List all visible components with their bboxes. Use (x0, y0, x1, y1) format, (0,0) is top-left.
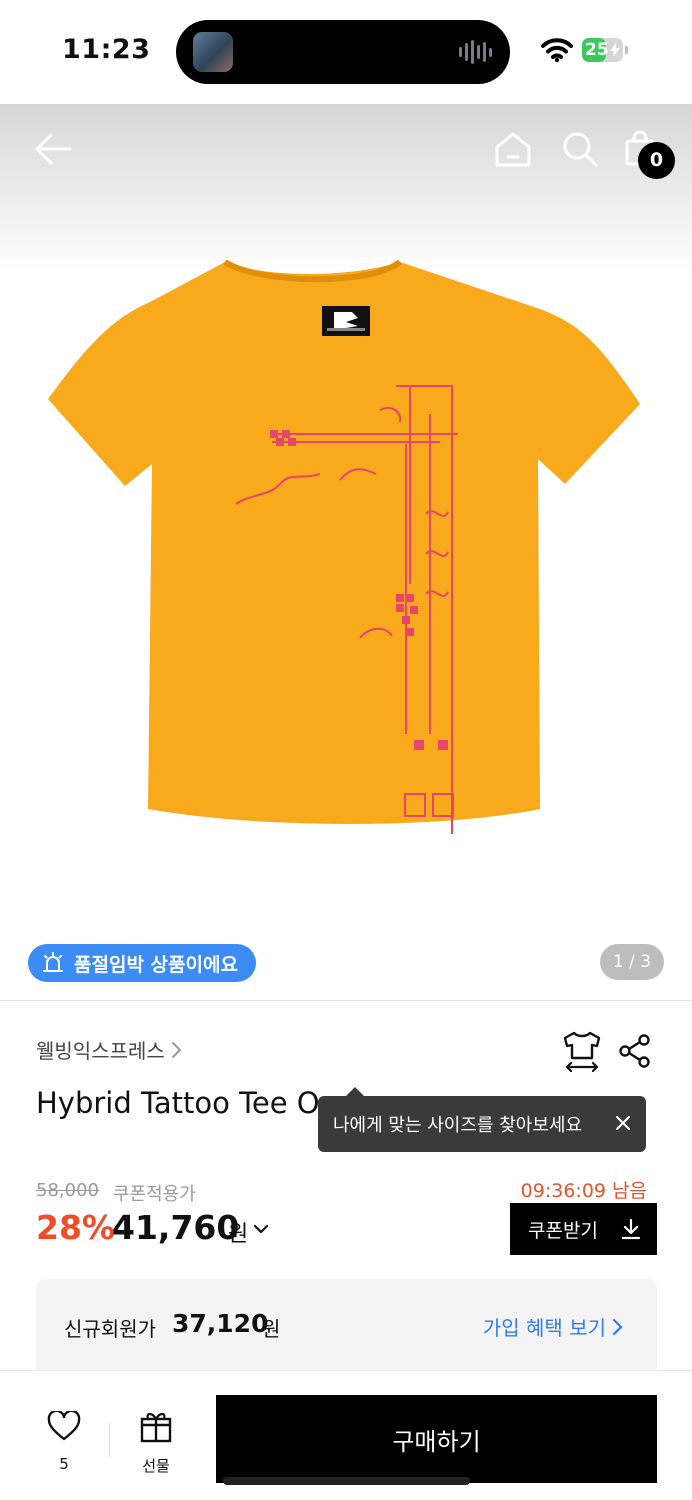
search-icon[interactable] (561, 130, 599, 168)
new-member-price-box: 신규회원가 37,120 원 가입 혜택 보기 (36, 1279, 657, 1379)
sale-price: 41,760 (112, 1208, 240, 1247)
new-member-currency: 원 (262, 1317, 281, 1341)
bar-divider (109, 1423, 110, 1457)
signup-benefit-link[interactable]: 가입 혜택 보기 (483, 1312, 623, 1341)
product-gallery[interactable]: 0 품절임박 상품이에요 1 / 3 (0, 104, 692, 1000)
size-guide-icon[interactable] (562, 1030, 602, 1072)
new-member-label: 신규회원가 (64, 1317, 156, 1341)
chevron-down-icon[interactable] (252, 1220, 270, 1238)
home-icon[interactable] (494, 130, 532, 168)
back-arrow-icon[interactable] (34, 132, 72, 166)
size-tooltip-text: 나에게 맞는 사이즈를 찾아보세요 (333, 1115, 583, 1136)
size-tooltip[interactable]: 나에게 맞는 사이즈를 찾아보세요 (318, 1087, 646, 1152)
close-icon[interactable] (614, 1114, 632, 1132)
battery-level: 25 (585, 40, 609, 60)
download-icon (621, 1218, 641, 1240)
chevron-right-icon (171, 1041, 182, 1058)
product-title: Hybrid Tattoo Tee O (36, 1086, 320, 1120)
gift-label: 선물 (142, 1457, 170, 1475)
battery-icon: 25 (582, 38, 628, 64)
home-indicator[interactable] (223, 1477, 470, 1485)
gift-icon (140, 1412, 172, 1443)
brand-link[interactable]: 웰빙익스프레스 (36, 1035, 183, 1064)
chevron-right-icon (612, 1318, 623, 1335)
buy-button[interactable]: 구매하기 (216, 1395, 657, 1483)
coupon-price-label: 쿠폰적용가 (113, 1184, 196, 1205)
product-image[interactable] (40, 254, 652, 834)
original-price: 58,000 (36, 1180, 99, 1201)
cart-count-badge: 0 (638, 142, 675, 179)
audio-waveform-icon (459, 40, 492, 64)
like-button[interactable]: 5 (38, 1411, 90, 1473)
heart-icon (47, 1411, 81, 1441)
like-count: 5 (59, 1455, 69, 1473)
image-page-indicator: 1 / 3 (600, 944, 664, 980)
new-member-price: 37,120 (172, 1309, 269, 1338)
section-divider (0, 1000, 692, 1001)
currency-unit: 원 (228, 1222, 249, 1247)
soldout-soon-badge: 품절임박 상품이에요 (28, 944, 256, 982)
get-coupon-label: 쿠폰받기 (528, 1219, 598, 1242)
wifi-icon (541, 38, 573, 63)
get-coupon-button[interactable]: 쿠폰받기 (510, 1203, 657, 1255)
discount-rate: 28% (36, 1208, 115, 1247)
dynamic-island[interactable] (176, 20, 510, 84)
now-playing-artwork (193, 32, 233, 72)
status-bar: 11:23 25 (0, 0, 692, 104)
alarm-siren-icon (43, 952, 63, 972)
share-icon[interactable] (618, 1034, 652, 1068)
coupon-timer: 09:36:09 남음 (520, 1180, 647, 1202)
bolt-icon (610, 43, 620, 57)
status-time: 11:23 (62, 34, 151, 65)
buy-label: 구매하기 (392, 1427, 481, 1456)
signup-benefit-label: 가입 혜택 보기 (482, 1316, 606, 1340)
soldout-soon-text: 품절임박 상품이에요 (74, 953, 238, 976)
gift-button[interactable]: 선물 (130, 1409, 182, 1475)
brand-name: 웰빙익스프레스 (36, 1039, 165, 1063)
